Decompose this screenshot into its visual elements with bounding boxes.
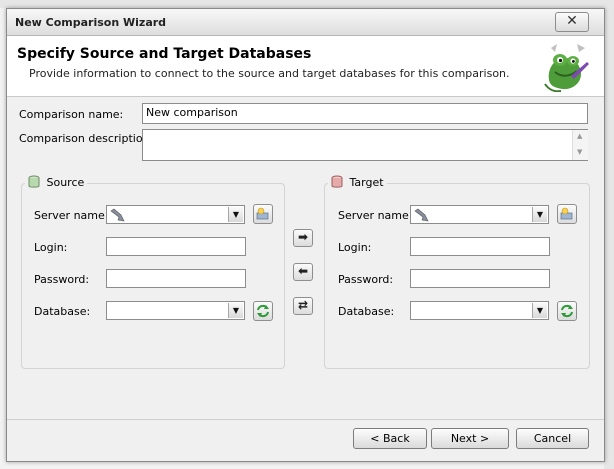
comparison-name-input[interactable]: New comparison xyxy=(142,103,588,124)
browse-server-icon xyxy=(256,207,269,220)
footer-separator xyxy=(7,419,604,420)
title-bar[interactable]: New Comparison Wizard ✕ xyxy=(7,9,604,36)
scroll-up-icon[interactable]: ▲ xyxy=(577,132,582,140)
cancel-button[interactable]: Cancel xyxy=(516,428,589,449)
source-server-combo[interactable]: ▼ xyxy=(106,205,245,224)
source-password-label: Password: xyxy=(34,273,90,286)
swap-button[interactable]: ⇄ xyxy=(293,297,313,315)
target-database-label: Database: xyxy=(338,305,395,318)
window-title: New Comparison Wizard xyxy=(15,16,167,29)
source-server-label: Server name: xyxy=(34,209,109,222)
database-icon xyxy=(28,175,40,188)
back-button[interactable]: < Back xyxy=(353,428,427,449)
comparison-name-label: Comparison name: xyxy=(19,108,124,121)
target-server-label: Server name: xyxy=(338,209,413,222)
source-browse-server-button[interactable] xyxy=(253,204,273,224)
next-button[interactable]: Next > xyxy=(431,428,509,449)
refresh-icon xyxy=(257,304,269,318)
target-browse-server-button[interactable] xyxy=(557,204,577,224)
chevron-down-icon[interactable]: ▼ xyxy=(532,207,547,222)
source-database-combo[interactable]: ▼ xyxy=(106,301,245,320)
source-database-label: Database: xyxy=(34,305,91,318)
target-password-input[interactable] xyxy=(410,269,550,288)
copy-to-source-button[interactable]: ⬅ xyxy=(293,263,313,281)
target-password-label: Password: xyxy=(338,273,394,286)
comparison-description-input[interactable] xyxy=(142,129,588,161)
source-group-title: Source xyxy=(25,175,88,189)
refresh-icon xyxy=(561,304,573,318)
wizard-window: New Comparison Wizard ✕ Specify Source a… xyxy=(6,8,605,462)
server-icon xyxy=(414,208,429,222)
source-login-input[interactable] xyxy=(106,237,246,256)
comparison-description-label: Comparison description: xyxy=(19,132,154,145)
chevron-down-icon[interactable]: ▼ xyxy=(228,303,243,318)
chevron-down-icon[interactable]: ▼ xyxy=(532,303,547,318)
wizard-header: Specify Source and Target Databases Prov… xyxy=(7,36,604,97)
target-login-input[interactable] xyxy=(410,237,550,256)
target-login-label: Login: xyxy=(338,241,372,254)
scroll-down-icon[interactable]: ▼ xyxy=(577,148,582,156)
target-server-combo[interactable]: ▼ xyxy=(410,205,549,224)
background-app xyxy=(0,0,614,8)
source-password-input[interactable] xyxy=(106,269,246,288)
background-app-right xyxy=(604,0,614,469)
page-title: Specify Source and Target Databases xyxy=(17,46,312,62)
frog-logo-icon xyxy=(541,40,591,92)
target-group-title: Target xyxy=(328,175,387,189)
description-scrollbar[interactable]: ▲ ▼ xyxy=(572,130,588,160)
target-title: Target xyxy=(349,176,384,189)
database-icon xyxy=(331,175,343,188)
source-title: Source xyxy=(46,176,85,189)
chevron-down-icon[interactable]: ▼ xyxy=(228,207,243,222)
close-button[interactable]: ✕ xyxy=(555,12,589,32)
server-icon xyxy=(110,208,125,222)
source-refresh-databases-button[interactable] xyxy=(253,301,273,321)
target-refresh-databases-button[interactable] xyxy=(557,301,577,321)
source-login-label: Login: xyxy=(34,241,68,254)
target-database-combo[interactable]: ▼ xyxy=(410,301,549,320)
copy-to-target-button[interactable]: ➡ xyxy=(293,229,313,247)
page-subtitle: Provide information to connect to the so… xyxy=(29,67,510,80)
browse-server-icon xyxy=(560,207,573,220)
